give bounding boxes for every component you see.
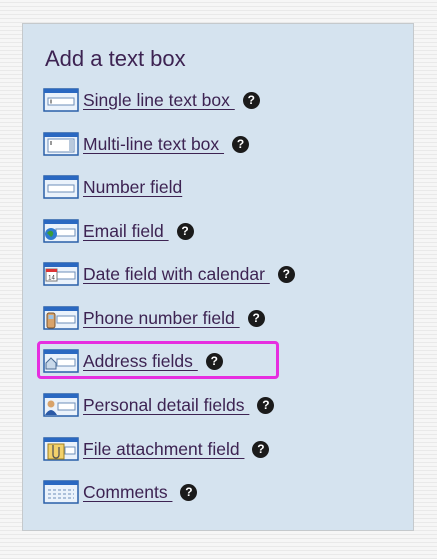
comments-label[interactable]: Comments bbox=[83, 482, 172, 503]
phone-number-field-label[interactable]: Phone number field bbox=[83, 308, 240, 329]
file-attachment-field-label[interactable]: File attachment field bbox=[83, 439, 244, 460]
help-icon[interactable]: ? bbox=[180, 483, 198, 501]
single-line-text-box-label[interactable]: Single line text box bbox=[83, 90, 235, 111]
personal-detail-fields-label[interactable]: Personal detail fields bbox=[83, 395, 249, 416]
help-icon[interactable]: ? bbox=[257, 396, 275, 414]
single-line-text-box-option[interactable]: Single line text box ? bbox=[43, 84, 260, 116]
help-icon[interactable]: ? bbox=[242, 91, 260, 109]
help-icon[interactable]: ? bbox=[176, 222, 194, 240]
phone-field-icon bbox=[43, 306, 79, 330]
number-field-icon bbox=[43, 175, 79, 199]
panel-title: Add a text box bbox=[45, 46, 186, 71]
email-field-option[interactable]: Email field ? bbox=[43, 215, 194, 247]
svg-text:14: 14 bbox=[48, 276, 55, 282]
multi-line-text-box-label[interactable]: Multi-line text box bbox=[83, 134, 224, 155]
add-text-box-panel: Add a text box Single line text box ? Mu… bbox=[22, 23, 414, 531]
date-field-option[interactable]: 14 Date field with calendar ? bbox=[43, 258, 295, 290]
phone-number-field-option[interactable]: Phone number field ? bbox=[43, 302, 265, 334]
email-field-icon bbox=[43, 219, 79, 243]
selection-highlight bbox=[37, 341, 279, 379]
multi-line-text-box-option[interactable]: Multi-line text box ? bbox=[43, 128, 250, 160]
help-icon[interactable]: ? bbox=[252, 440, 270, 458]
date-field-label[interactable]: Date field with calendar bbox=[83, 264, 270, 285]
personal-detail-fields-option[interactable]: Personal detail fields ? bbox=[43, 389, 275, 421]
number-field-label[interactable]: Number field bbox=[83, 177, 182, 198]
help-icon[interactable]: ? bbox=[232, 135, 250, 153]
email-field-label[interactable]: Email field bbox=[83, 221, 169, 242]
comments-option[interactable]: Comments ? bbox=[43, 476, 198, 508]
file-attachment-icon bbox=[43, 437, 79, 461]
date-calendar-icon: 14 bbox=[43, 262, 79, 286]
single-line-textbox-icon bbox=[43, 88, 79, 112]
file-attachment-field-option[interactable]: File attachment field ? bbox=[43, 433, 270, 465]
help-icon[interactable]: ? bbox=[277, 265, 295, 283]
number-field-option[interactable]: Number field bbox=[43, 171, 182, 203]
comments-icon bbox=[43, 480, 79, 504]
personal-detail-icon bbox=[43, 393, 79, 417]
help-icon[interactable]: ? bbox=[247, 309, 265, 327]
multi-line-textbox-icon bbox=[43, 132, 79, 156]
